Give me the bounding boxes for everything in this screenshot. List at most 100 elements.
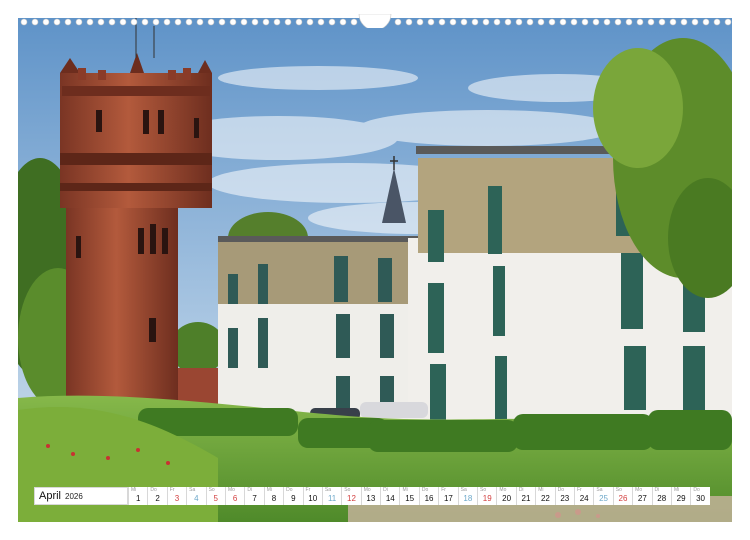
day-cell: Sa 25 bbox=[593, 487, 613, 505]
binding-hole bbox=[141, 18, 149, 26]
binding-hole bbox=[53, 18, 61, 26]
day-number: 2 bbox=[155, 494, 160, 503]
day-number: 22 bbox=[540, 494, 550, 503]
day-cell: Fr 3 bbox=[166, 487, 187, 505]
binding-hole bbox=[471, 18, 479, 26]
day-cell: Di 14 bbox=[380, 487, 400, 505]
binding-hole bbox=[581, 18, 589, 26]
day-number: 25 bbox=[599, 494, 609, 503]
day-cell: Do 2 bbox=[147, 487, 167, 505]
day-number: 21 bbox=[521, 494, 531, 503]
binding-hole bbox=[515, 18, 523, 26]
day-number: 20 bbox=[502, 494, 512, 503]
binding-hole bbox=[647, 18, 655, 26]
binding-hole bbox=[185, 18, 193, 26]
binding-hole bbox=[548, 18, 556, 26]
day-number: 14 bbox=[385, 494, 395, 503]
day-number: 13 bbox=[366, 494, 376, 503]
binding-hole bbox=[42, 18, 50, 26]
day-number: 26 bbox=[618, 494, 628, 503]
binding-hole bbox=[284, 18, 292, 26]
day-cell: Do 23 bbox=[554, 487, 574, 505]
day-cell: Mi 1 bbox=[128, 487, 148, 505]
binding-hole bbox=[350, 18, 358, 26]
binding-hole bbox=[240, 18, 248, 26]
day-number: 3 bbox=[174, 494, 180, 503]
day-cell: Di 21 bbox=[515, 487, 536, 505]
water-tower-scene bbox=[18, 18, 732, 522]
day-number: 4 bbox=[194, 494, 199, 503]
day-cell: Mo 20 bbox=[496, 487, 516, 505]
day-cell: Mi 15 bbox=[399, 487, 419, 505]
binding-hole bbox=[669, 18, 677, 26]
day-cell: Sa 18 bbox=[457, 487, 478, 505]
binding-hole bbox=[163, 18, 171, 26]
day-cell: Sa 11 bbox=[321, 487, 342, 505]
binding-hole bbox=[603, 18, 611, 26]
day-cell: Mi 29 bbox=[670, 487, 691, 505]
day-number: 11 bbox=[327, 494, 337, 503]
day-number: 8 bbox=[271, 494, 277, 503]
binding-hole bbox=[31, 18, 39, 26]
day-number: 19 bbox=[482, 494, 492, 503]
binding-hole bbox=[504, 18, 512, 26]
day-number: 16 bbox=[424, 494, 434, 503]
binding-hole bbox=[207, 18, 215, 26]
binding-hole bbox=[482, 18, 490, 26]
month-label: April 2026 bbox=[34, 487, 128, 505]
day-number: 12 bbox=[347, 494, 356, 503]
binding-hole bbox=[724, 18, 732, 26]
binding-hole bbox=[405, 18, 413, 26]
day-number: 24 bbox=[579, 494, 589, 503]
day-cell: So 19 bbox=[477, 487, 497, 505]
day-cell: So 26 bbox=[612, 487, 633, 505]
calendar-photo bbox=[18, 18, 732, 522]
binding-hole bbox=[251, 18, 259, 26]
binding-hole bbox=[328, 18, 336, 26]
day-number: 10 bbox=[308, 494, 318, 503]
day-number: 30 bbox=[696, 494, 705, 503]
binding-hole bbox=[295, 18, 303, 26]
binding-hole bbox=[174, 18, 182, 26]
year-label: 2026 bbox=[65, 491, 83, 501]
binding-hole bbox=[218, 18, 226, 26]
binding-hole bbox=[438, 18, 446, 26]
day-cell: Mo 6 bbox=[224, 487, 245, 505]
binding-hole bbox=[20, 18, 28, 26]
binding-hole bbox=[152, 18, 160, 26]
day-cell: So 12 bbox=[341, 487, 361, 505]
binding-hole bbox=[229, 18, 237, 26]
day-number: 5 bbox=[213, 494, 218, 503]
day-number: 6 bbox=[232, 494, 238, 503]
calendar-page: April 2026 Mi 1 Do 2 Fr 3 Sa 4 So 5 Mo 6 Di 7 Mi 8 Do 9 Fr… bbox=[0, 0, 750, 540]
day-cell: Fr 24 bbox=[573, 487, 594, 505]
binding-hole bbox=[416, 18, 424, 26]
binding-hole bbox=[130, 18, 138, 26]
day-cell: Fr 10 bbox=[302, 487, 322, 505]
binding-hole bbox=[713, 18, 721, 26]
binding-hole bbox=[119, 18, 127, 26]
hanger-notch bbox=[358, 14, 392, 28]
binding-hole bbox=[306, 18, 314, 26]
binding-hole bbox=[196, 18, 204, 26]
binding-hole bbox=[262, 18, 270, 26]
binding-hole bbox=[273, 18, 281, 26]
day-number: 29 bbox=[676, 494, 686, 503]
spiral-binding bbox=[20, 14, 732, 28]
day-cell: Mo 13 bbox=[360, 487, 381, 505]
day-number: 18 bbox=[463, 494, 473, 503]
binding-hole bbox=[691, 18, 699, 26]
binding-hole bbox=[64, 18, 72, 26]
binding-hole bbox=[592, 18, 600, 26]
binding-hole bbox=[75, 18, 83, 26]
binding-hole bbox=[86, 18, 94, 26]
day-cell: Fr 17 bbox=[438, 487, 458, 505]
day-number: 15 bbox=[405, 494, 415, 503]
binding-hole bbox=[702, 18, 710, 26]
binding-hole bbox=[614, 18, 622, 26]
binding-hole bbox=[317, 18, 325, 26]
day-number: 28 bbox=[657, 494, 667, 503]
month-name: April bbox=[39, 490, 62, 502]
day-number: 9 bbox=[291, 494, 296, 503]
binding-hole bbox=[526, 18, 534, 26]
